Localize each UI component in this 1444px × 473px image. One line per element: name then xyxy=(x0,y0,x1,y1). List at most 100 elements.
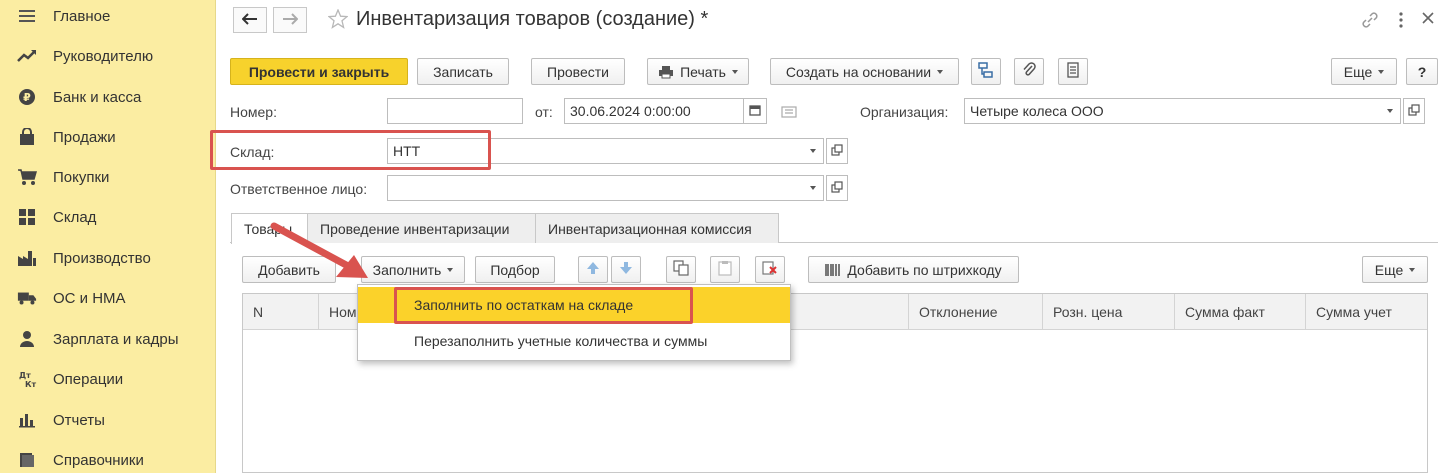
sidebar-item-production[interactable]: Производство xyxy=(0,238,215,278)
sidebar-item-reports[interactable]: Отчеты xyxy=(0,400,215,440)
warehouse-open-button[interactable] xyxy=(826,138,848,164)
svg-text:₽: ₽ xyxy=(23,91,31,104)
save-button[interactable]: Записать xyxy=(417,58,509,85)
print-label: Печать xyxy=(680,63,726,80)
organization-dropdown-button[interactable] xyxy=(1379,98,1401,124)
number-input[interactable] xyxy=(387,98,523,124)
attach-button[interactable] xyxy=(1014,58,1044,85)
sidebar-item-label: Зарплата и кадры xyxy=(53,330,179,348)
sidebar-item-purchases[interactable]: Покупки xyxy=(0,157,215,197)
truck-icon xyxy=(17,288,37,308)
calendar-icon xyxy=(749,103,761,119)
person-icon xyxy=(17,329,37,349)
sidebar-item-label: Операции xyxy=(53,370,124,388)
column-header-deviation[interactable]: Отклонение xyxy=(909,294,1043,330)
back-button[interactable] xyxy=(233,7,267,33)
warehouse-icon xyxy=(17,207,37,227)
link-icon[interactable] xyxy=(1360,10,1380,33)
book-icon xyxy=(17,450,37,470)
sidebar-item-bank[interactable]: ₽ Банк и касса xyxy=(0,77,215,117)
comment-icon[interactable] xyxy=(781,105,797,121)
sidebar-item-catalogs[interactable]: Справочники xyxy=(0,440,215,473)
star-icon[interactable] xyxy=(327,8,349,32)
responsible-open-button[interactable] xyxy=(826,175,848,201)
more-button[interactable]: Еще xyxy=(1331,58,1397,85)
responsible-dropdown-button[interactable] xyxy=(802,175,824,201)
svg-text:Дт: Дт xyxy=(19,371,31,380)
help-button[interactable]: ? xyxy=(1406,58,1438,85)
table-more-button[interactable]: Еще xyxy=(1362,256,1428,283)
organization-open-button[interactable] xyxy=(1403,98,1425,124)
chevron-down-icon xyxy=(731,69,738,74)
column-header-sum-fact[interactable]: Сумма факт xyxy=(1175,294,1306,330)
svg-text:Кт: Кт xyxy=(25,380,37,388)
sidebar: Главное Руководителю ₽ Банк и касса Прод… xyxy=(0,0,216,473)
warehouse-dropdown-button[interactable] xyxy=(802,138,824,164)
chevron-down-icon xyxy=(1378,69,1385,74)
arrow-right-icon xyxy=(282,12,299,28)
tab-inventory-commission[interactable]: Инвентаризационная комиссия xyxy=(535,213,779,243)
organization-label: Организация: xyxy=(860,104,949,120)
sidebar-item-assets[interactable]: ОС и НМА xyxy=(0,278,215,318)
column-header-retail-price[interactable]: Розн. цена xyxy=(1043,294,1175,330)
responsible-input[interactable] xyxy=(387,175,803,201)
sidebar-item-sales[interactable]: Продажи xyxy=(0,117,215,157)
paste-button[interactable] xyxy=(710,256,740,283)
create-based-label: Создать на основании xyxy=(785,63,932,80)
responsible-label: Ответственное лицо: xyxy=(230,181,368,197)
menu-item-fill-by-stock[interactable]: Заполнить по остаткам на складе xyxy=(358,287,790,323)
sidebar-item-label: Отчеты xyxy=(53,411,105,429)
column-header-n[interactable]: N xyxy=(243,294,319,330)
sidebar-item-manager[interactable]: Руководителю xyxy=(0,36,215,76)
move-up-button[interactable] xyxy=(578,256,608,283)
sidebar-item-label: Продажи xyxy=(53,128,116,146)
annotation-arrow-icon xyxy=(270,222,368,278)
open-window-icon xyxy=(1408,103,1420,119)
structure-button[interactable] xyxy=(971,58,1001,85)
calendar-button[interactable] xyxy=(743,98,767,124)
fill-label: Заполнить xyxy=(372,261,442,278)
print-button[interactable]: Печать xyxy=(647,58,749,85)
date-input[interactable]: 30.06.2024 0:00:00 xyxy=(564,98,744,124)
clipboard-icon xyxy=(718,260,732,279)
sidebar-item-label: Производство xyxy=(53,249,151,267)
pick-button[interactable]: Подбор xyxy=(475,256,555,283)
column-header-sum-accounting[interactable]: Сумма учет xyxy=(1306,294,1427,330)
menu-item-refill-accounting[interactable]: Перезаполнить учетные количества и суммы xyxy=(358,323,790,359)
add-by-barcode-button[interactable]: Добавить по штрихкоду xyxy=(808,256,1019,283)
delete-icon xyxy=(762,260,778,279)
post-button[interactable]: Провести xyxy=(531,58,625,85)
chevron-down-icon xyxy=(809,186,816,190)
dt-kt-icon: Дт Кт xyxy=(17,369,37,389)
sidebar-item-operations[interactable]: Дт Кт Операции xyxy=(0,359,215,399)
number-label: Номер: xyxy=(230,104,277,120)
organization-input[interactable]: Четыре колеса ООО xyxy=(964,98,1380,124)
chevron-down-icon xyxy=(1386,109,1393,113)
forward-button[interactable] xyxy=(273,7,307,33)
more-label: Еще xyxy=(1374,261,1404,278)
shopping-bag-icon xyxy=(17,127,37,147)
post-and-close-button[interactable]: Провести и закрыть xyxy=(230,58,408,85)
more-vertical-icon[interactable] xyxy=(1398,10,1404,33)
close-icon[interactable] xyxy=(1421,11,1435,28)
sidebar-item-salary[interactable]: Зарплата и кадры xyxy=(0,319,215,359)
date-from-label: от: xyxy=(535,104,553,120)
sidebar-item-label: Справочники xyxy=(53,451,144,469)
open-window-icon xyxy=(831,143,843,159)
menu-lines-icon xyxy=(17,6,37,26)
sidebar-item-label: Склад xyxy=(53,208,97,226)
create-based-on-button[interactable]: Создать на основании xyxy=(770,58,959,85)
move-down-button[interactable] xyxy=(611,256,641,283)
barcode-label: Добавить по штрихкоду xyxy=(847,261,1002,278)
copy-button[interactable] xyxy=(666,256,696,283)
page-title: Инвентаризация товаров (создание) * xyxy=(356,8,709,30)
sidebar-item-label: Банк и касса xyxy=(53,88,142,106)
sidebar-item-main[interactable]: Главное xyxy=(0,0,215,36)
sidebar-item-label: Главное xyxy=(53,7,111,25)
warehouse-input[interactable]: НТТ xyxy=(387,138,803,164)
delete-row-button[interactable] xyxy=(755,256,785,283)
document-list-icon xyxy=(1067,62,1079,81)
cart-icon xyxy=(17,167,37,187)
sidebar-item-warehouse[interactable]: Склад xyxy=(0,197,215,237)
report-button[interactable] xyxy=(1058,58,1088,85)
